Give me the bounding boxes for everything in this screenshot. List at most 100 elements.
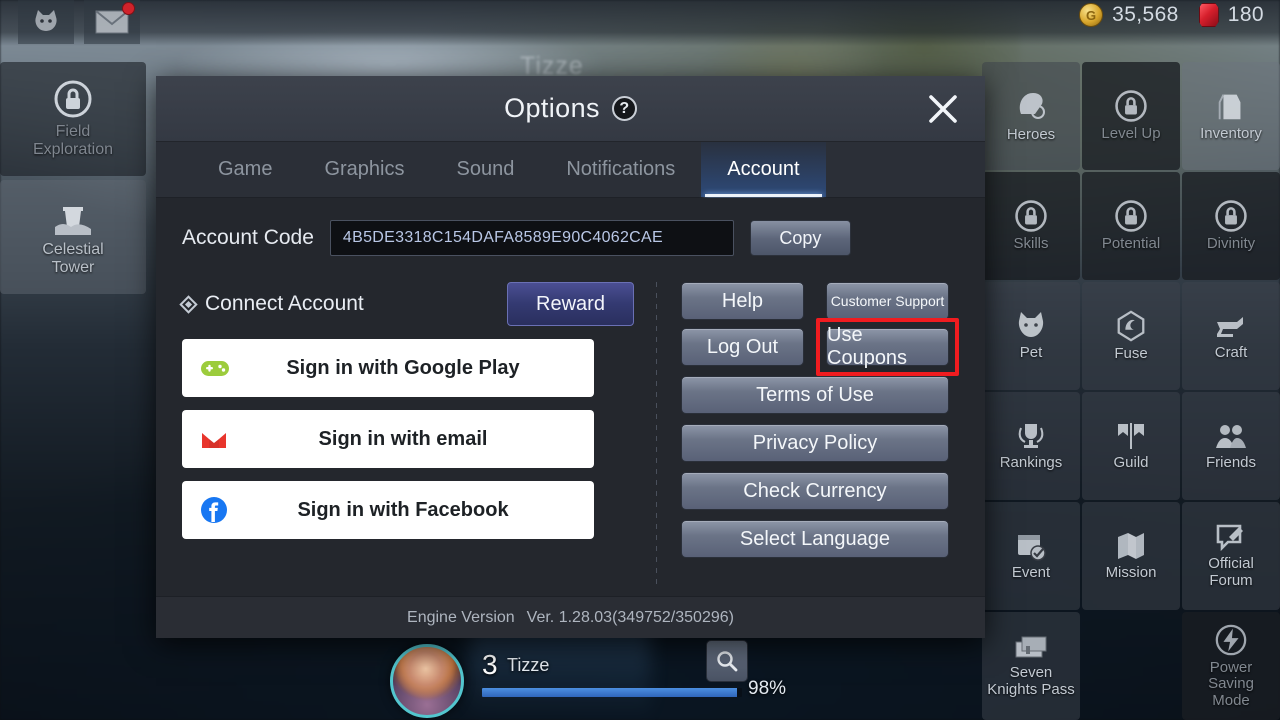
tab-notifications[interactable]: Notifications: [540, 142, 701, 197]
menu-item-label: Potential: [1101, 235, 1161, 253]
search-icon: [717, 651, 738, 672]
sidebar-item-field-exploration[interactable]: Field Exploration: [0, 62, 146, 176]
tab-game[interactable]: Game: [192, 142, 298, 197]
gold-currency[interactable]: G 35,568: [1079, 3, 1179, 27]
customer-support-button[interactable]: Customer Support: [826, 282, 949, 320]
tab-graphics[interactable]: Graphics: [298, 142, 430, 197]
calendar-icon: [1018, 535, 1046, 561]
select-language-button[interactable]: Select Language: [681, 520, 949, 558]
menu-item-guild[interactable]: Guild: [1082, 392, 1180, 500]
terms-of-use-button[interactable]: Terms of Use: [681, 376, 949, 414]
facebook-icon: [200, 496, 228, 524]
account-code-label: Account Code: [182, 226, 314, 249]
map-icon: [1118, 533, 1144, 560]
character-status-bar: 3 Tizze 98%: [390, 630, 786, 720]
menu-item-craft[interactable]: Craft: [1182, 282, 1280, 390]
menu-item-label: Divinity: [1206, 235, 1256, 253]
close-icon: [929, 94, 957, 123]
menu-item-label: Level Up: [1101, 125, 1161, 143]
avatar[interactable]: [390, 644, 464, 718]
tab-sound[interactable]: Sound: [431, 142, 541, 197]
menu-item-heroes[interactable]: Heroes: [982, 62, 1080, 170]
menu-item-label: Pet: [1019, 344, 1043, 362]
lock-icon: [54, 80, 92, 118]
currency-bar: G 35,568 180: [1079, 3, 1264, 27]
menu-item-label: Event: [1011, 564, 1051, 582]
menu-item-pet[interactable]: Pet: [982, 282, 1080, 390]
search-button[interactable]: [706, 640, 748, 682]
help-icon[interactable]: ?: [611, 96, 637, 121]
sidebar-item-label: Celestial Tower: [42, 241, 104, 276]
menu-item-label: Rankings: [999, 454, 1063, 472]
mail-unread-badge: [122, 2, 135, 15]
menu-item-label: Heroes: [1006, 126, 1056, 144]
action-row-1: Help Customer Support: [681, 282, 959, 320]
action-row-2: Log Out Use Coupons: [681, 318, 959, 376]
menu-item-official-forum[interactable]: Official Forum: [1182, 502, 1280, 610]
tab-account[interactable]: Account: [701, 142, 826, 197]
gem-fuse-icon: [1117, 310, 1145, 342]
connect-account-header: Connect Account Reward: [179, 282, 634, 326]
page-title: Options: [504, 93, 600, 123]
menu-item-friends[interactable]: Friends: [1182, 392, 1280, 500]
lock-icon: [1115, 90, 1147, 122]
gmail-icon: [200, 428, 228, 450]
reward-button[interactable]: Reward: [507, 282, 634, 326]
people-icon: [1216, 425, 1246, 449]
menu-item-potential[interactable]: Potential: [1082, 172, 1180, 280]
menu-item-seven-knights-pass[interactable]: Seven Knights Pass: [982, 612, 1080, 720]
sign-in-email-button[interactable]: Sign in with email: [182, 410, 594, 468]
ruby-gem-icon: [1198, 3, 1219, 27]
menu-item-divinity[interactable]: Divinity: [1182, 172, 1280, 280]
game-screen: Tizze G 35,568 180 Field Exploration Cel…: [0, 0, 1280, 720]
helmet-icon: [1019, 93, 1045, 120]
top-left-icon-group: [18, 0, 140, 44]
copy-button[interactable]: Copy: [749, 220, 851, 256]
xp-progress-label: 98%: [748, 678, 787, 699]
pet-cat-icon-button[interactable]: [18, 0, 74, 44]
engine-version-label: Engine Version: [407, 608, 515, 626]
trophy-icon: [1018, 424, 1044, 449]
help-button[interactable]: Help: [681, 282, 804, 320]
account-code-input[interactable]: 4B5DE3318C154DAFA8589E90C4062CAE: [329, 220, 734, 256]
character-name: Tizze: [507, 655, 550, 675]
lock-icon: [1015, 200, 1047, 232]
menu-item-inventory[interactable]: Inventory: [1182, 62, 1280, 170]
log-out-button[interactable]: Log Out: [681, 328, 804, 366]
tower-icon: [55, 207, 91, 236]
menu-item-mission[interactable]: Mission: [1082, 502, 1180, 610]
menu-item-rankings[interactable]: Rankings: [982, 392, 1080, 500]
account-actions-pane: Help Customer Support Log Out Use Coupon…: [681, 282, 959, 588]
check-currency-button[interactable]: Check Currency: [681, 472, 949, 510]
connect-account-heading: Connect Account: [179, 292, 364, 316]
xp-progress-track: [482, 688, 742, 697]
google-play-games-icon: [200, 357, 230, 379]
gold-amount: 35,568: [1112, 3, 1179, 26]
gem-currency[interactable]: 180: [1198, 3, 1264, 27]
account-panes: Connect Account Reward Sign in with Goog…: [179, 282, 959, 588]
forum-pencil-icon: [1216, 524, 1243, 552]
mail-icon-button[interactable]: [84, 0, 140, 44]
pane-divider: [656, 282, 657, 588]
menu-item-label: Official Forum: [1208, 555, 1254, 589]
sign-in-google-play-button[interactable]: Sign in with Google Play: [182, 339, 594, 397]
cat-icon: [1018, 312, 1044, 338]
menu-item-empty-slot: [1082, 612, 1180, 720]
sidebar-item-celestial-tower[interactable]: Celestial Tower: [0, 180, 146, 294]
close-button[interactable]: [923, 89, 963, 129]
sign-in-google-play-label: Sign in with Google Play: [286, 356, 520, 379]
sign-in-facebook-button[interactable]: Sign in with Facebook: [182, 481, 594, 539]
anvil-icon: [1217, 317, 1243, 338]
privacy-policy-button[interactable]: Privacy Policy: [681, 424, 949, 462]
dialog-footer: Engine Version Ver. 1.28.03(349752/35029…: [156, 596, 985, 638]
menu-item-label: Guild: [1113, 454, 1149, 472]
ticket-icon: [1015, 636, 1047, 658]
use-coupons-button[interactable]: Use Coupons: [826, 324, 949, 369]
menu-item-event[interactable]: Event: [982, 502, 1080, 610]
menu-item-skills[interactable]: Skills: [982, 172, 1080, 280]
menu-item-power-saving-mode[interactable]: Power Saving Mode: [1182, 612, 1280, 720]
menu-item-level-up[interactable]: Level Up: [1082, 62, 1180, 170]
menu-item-fuse[interactable]: Fuse: [1082, 282, 1180, 390]
right-menu-grid: Heroes Level Up Inventory Skills Potenti…: [982, 62, 1280, 720]
backpack-icon: [1218, 94, 1241, 120]
